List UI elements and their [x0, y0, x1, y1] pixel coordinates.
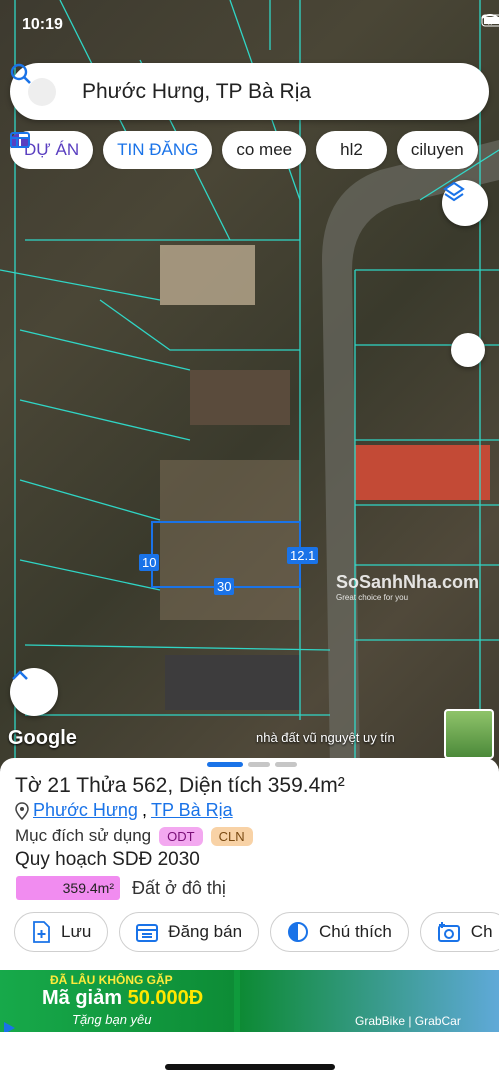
- dimension-right: 12.1: [287, 547, 319, 564]
- ad-banner[interactable]: ĐÃ LÂU KHÔNG GẶP Mã giảm 50.000Đ Tặng bạ…: [0, 970, 499, 1032]
- chip-label: ciluyen: [410, 140, 464, 159]
- opacity-slider-handle[interactable]: [451, 333, 485, 367]
- map-credit: nhà đất vũ nguyệt uy tín: [256, 730, 395, 745]
- ad-brand: GrabBike | GrabCar: [355, 1014, 461, 1028]
- save-button[interactable]: Lưu: [14, 912, 109, 952]
- search-bar[interactable]: Phước Hưng, TP Bà Rịa: [10, 63, 489, 120]
- chip-label: TIN ĐĂNG: [117, 140, 199, 159]
- save-label: Lưu: [61, 922, 92, 941]
- land-purpose-row: Mục đích sử dụng ODT CLN: [15, 826, 253, 846]
- tag-cln: CLN: [210, 826, 253, 846]
- status-time: 10:19: [22, 16, 63, 33]
- legend-button[interactable]: Chú thích: [270, 912, 409, 952]
- bottom-safe-area: [0, 1032, 499, 1080]
- chip-label: co mee: [236, 140, 293, 159]
- dimension-bottom: 30: [214, 578, 235, 595]
- parcel-info-sheet: Tờ 21 Thửa 562, Diện tích 359.4m² Phước …: [0, 758, 499, 970]
- chip-co-mee[interactable]: co mee: [222, 131, 307, 169]
- location-separator: ,: [141, 800, 147, 820]
- calendar-icon: [136, 924, 159, 942]
- city-link[interactable]: TP Bà Rịa: [151, 800, 233, 821]
- layers-icon: [443, 181, 465, 202]
- ad-subline: Tặng bạn yêu: [72, 1012, 152, 1027]
- ad-headline: Mã giảm 50.000Đ: [42, 987, 204, 1009]
- chip-ciluyen[interactable]: ciluyen: [396, 131, 478, 169]
- chip-bar: DỰ ÁN TIN ĐĂNG co mee hl2 ciluyen: [10, 131, 499, 169]
- back-button[interactable]: [28, 77, 56, 106]
- legend-icon: [288, 922, 309, 942]
- zoning-area-label: Đất ở đô thị: [132, 877, 226, 898]
- street-view-thumbnail[interactable]: [444, 709, 494, 759]
- sheet-pager[interactable]: [207, 762, 297, 767]
- watermark: SoSanhNha.com Great choice for you: [336, 572, 479, 602]
- chip-label: DỰ ÁN: [24, 140, 80, 159]
- purpose-label: Mục đích sử dụng: [15, 826, 152, 845]
- plan-title: Quy hoạch SDĐ 2030: [15, 849, 200, 870]
- location-row: Phước Hưng, TP Bà Rịa: [15, 800, 233, 821]
- battery-icon: [481, 14, 499, 27]
- legend-label: Chú thích: [319, 922, 392, 941]
- location-pin-icon: [15, 801, 29, 820]
- chevron-up-icon: [12, 670, 28, 680]
- chip-hl2[interactable]: hl2: [316, 131, 387, 169]
- home-indicator[interactable]: [165, 1064, 335, 1070]
- add-photo-label: Ch: [470, 922, 493, 941]
- ad-headline-small: ĐÃ LÂU KHÔNG GẶP: [50, 973, 173, 987]
- zoning-area-row: 359.4m² Đất ở đô thị: [16, 876, 226, 900]
- action-buttons: Lưu Đăng bán Chú thích Ch: [14, 912, 499, 952]
- search-button[interactable]: [10, 63, 477, 112]
- search-query[interactable]: Phước Hưng, TP Bà Rịa: [82, 80, 437, 104]
- ward-link[interactable]: Phước Hưng: [33, 800, 138, 821]
- chip-label: hl2: [340, 140, 363, 159]
- watermark-brand: SoSanhNha.com: [336, 572, 480, 592]
- map-view[interactable]: 10:19 Phước Hưng, TP Bà Rịa DỰ ÁN TIN ĐĂ…: [0, 0, 499, 770]
- add-photo-icon: [437, 922, 460, 942]
- tag-odt: ODT: [159, 826, 203, 846]
- chip-tin-dang[interactable]: TIN ĐĂNG: [10, 131, 213, 169]
- zoning-area-badge: 359.4m²: [16, 876, 120, 900]
- parcel-title: Tờ 21 Thửa 562, Diện tích 359.4m²: [15, 774, 345, 797]
- listing-icon: [10, 132, 30, 148]
- add-photo-button[interactable]: Ch: [419, 912, 499, 952]
- layers-button[interactable]: [442, 180, 488, 226]
- google-logo: Google: [8, 727, 77, 749]
- expand-button[interactable]: [10, 668, 58, 716]
- add-doc-icon: [33, 921, 50, 943]
- post-sale-label: Đăng bán: [168, 922, 243, 941]
- watermark-tag: Great choice for you: [336, 593, 409, 602]
- ad-text-panel: ĐÃ LÂU KHÔNG GẶP Mã giảm 50.000Đ Tặng bạ…: [0, 970, 234, 1032]
- post-sale-button[interactable]: Đăng bán: [119, 912, 260, 952]
- search-icon: [10, 63, 31, 84]
- dimension-left: 10: [139, 554, 160, 571]
